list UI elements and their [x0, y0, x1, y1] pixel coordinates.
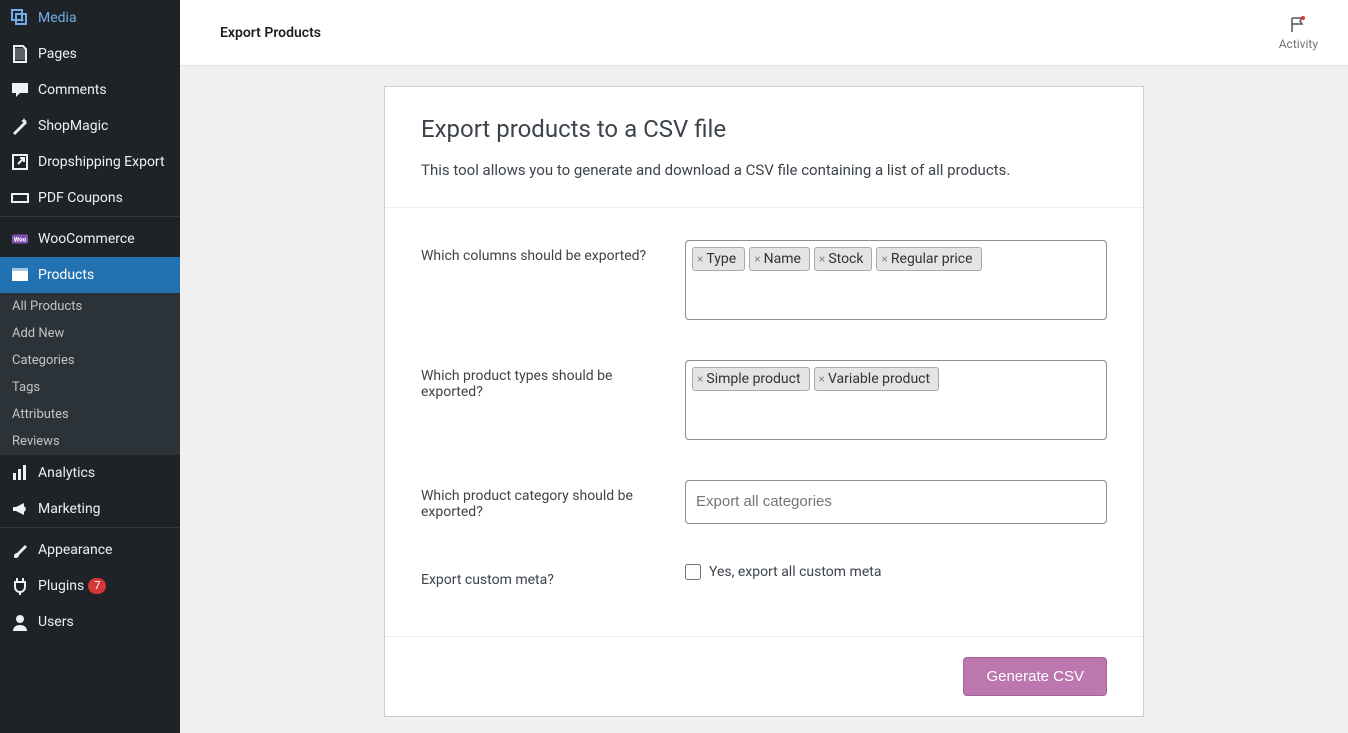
main-area: Export Products Activity Export products…	[180, 0, 1348, 733]
menu-media[interactable]: Media	[0, 0, 180, 36]
menu-label: Dropshipping Export	[38, 154, 165, 170]
card-description: This tool allows you to generate and dow…	[421, 161, 1107, 179]
card-header: Export products to a CSV file This tool …	[385, 87, 1143, 208]
generate-csv-button[interactable]: Generate CSV	[963, 657, 1107, 696]
products-submenu: All Products Add New Categories Tags Att…	[0, 293, 180, 455]
megaphone-icon	[10, 499, 30, 519]
menu-label: Plugins	[38, 578, 84, 594]
card-body: Which columns should be exported? ×Type …	[385, 208, 1143, 636]
admin-sidebar: Media Pages Comments ShopMagic Dropshipp…	[0, 0, 180, 733]
submenu-add-new[interactable]: Add New	[0, 320, 180, 347]
tag-simple-product[interactable]: ×Simple product	[692, 367, 810, 391]
menu-label: Comments	[38, 82, 107, 98]
menu-label: Users	[38, 614, 74, 630]
activity-icon	[1288, 15, 1308, 35]
brush-icon	[10, 540, 30, 560]
menu-analytics[interactable]: Analytics	[0, 455, 180, 491]
submenu-tags[interactable]: Tags	[0, 374, 180, 401]
activity-button[interactable]: Activity	[1269, 15, 1328, 51]
menu-label: PDF Coupons	[38, 190, 123, 206]
activity-label: Activity	[1279, 37, 1318, 51]
columns-select[interactable]: ×Type ×Name ×Stock ×Regular price	[685, 240, 1107, 320]
wand-icon	[10, 116, 30, 136]
remove-icon[interactable]: ×	[697, 372, 703, 386]
ticket-icon	[10, 188, 30, 208]
content-area: Export products to a CSV file This tool …	[180, 66, 1348, 733]
tag-name[interactable]: ×Name	[749, 247, 810, 271]
submenu-categories[interactable]: Categories	[0, 347, 180, 374]
menu-plugins[interactable]: Plugins 7	[0, 568, 180, 604]
meta-checkbox[interactable]	[685, 564, 701, 580]
menu-label: Pages	[38, 46, 77, 62]
tag-variable-product[interactable]: ×Variable product	[814, 367, 940, 391]
category-label: Which product category should be exporte…	[421, 480, 661, 520]
export-card: Export products to a CSV file This tool …	[384, 86, 1144, 717]
comment-icon	[10, 80, 30, 100]
products-icon	[10, 265, 30, 285]
tag-stock[interactable]: ×Stock	[814, 247, 873, 271]
stats-icon	[10, 463, 30, 483]
woo-icon: Woo	[10, 229, 30, 249]
menu-label: Marketing	[38, 501, 101, 517]
remove-icon[interactable]: ×	[697, 252, 703, 266]
card-footer: Generate CSV	[385, 636, 1143, 716]
meta-checkbox-text: Yes, export all custom meta	[709, 564, 881, 580]
menu-label: Appearance	[38, 542, 112, 558]
menu-marketing[interactable]: Marketing	[0, 491, 180, 527]
plug-icon	[10, 576, 30, 596]
meta-label: Export custom meta?	[421, 564, 661, 588]
category-row: Which product category should be exporte…	[421, 458, 1107, 542]
category-input[interactable]	[692, 487, 1100, 516]
card-title: Export products to a CSV file	[421, 115, 1107, 143]
category-select[interactable]	[685, 480, 1107, 524]
page-title: Export Products	[220, 25, 321, 41]
menu-label: Media	[38, 10, 77, 26]
menu-users[interactable]: Users	[0, 604, 180, 640]
menu-comments[interactable]: Comments	[0, 72, 180, 108]
types-select[interactable]: ×Simple product ×Variable product	[685, 360, 1107, 440]
submenu-all-products[interactable]: All Products	[0, 293, 180, 320]
plugins-badge: 7	[88, 578, 106, 594]
menu-dropshipping[interactable]: Dropshipping Export	[0, 144, 180, 180]
remove-icon[interactable]: ×	[819, 252, 825, 266]
menu-label: Analytics	[38, 465, 95, 481]
tag-type[interactable]: ×Type	[692, 247, 745, 271]
types-label: Which product types should be exported?	[421, 360, 661, 400]
menu-shopmagic[interactable]: ShopMagic	[0, 108, 180, 144]
external-icon	[10, 152, 30, 172]
remove-icon[interactable]: ×	[881, 252, 887, 266]
remove-icon[interactable]: ×	[819, 372, 825, 386]
menu-products[interactable]: Products	[0, 257, 180, 293]
types-row: Which product types should be exported? …	[421, 338, 1107, 458]
media-icon	[10, 8, 30, 28]
columns-row: Which columns should be exported? ×Type …	[421, 218, 1107, 338]
menu-woocommerce[interactable]: Woo WooCommerce	[0, 221, 180, 257]
topbar: Export Products Activity	[180, 0, 1348, 66]
menu-pdf-coupons[interactable]: PDF Coupons	[0, 180, 180, 216]
tag-regular-price[interactable]: ×Regular price	[876, 247, 981, 271]
submenu-reviews[interactable]: Reviews	[0, 428, 180, 455]
submenu-attributes[interactable]: Attributes	[0, 401, 180, 428]
menu-appearance[interactable]: Appearance	[0, 532, 180, 568]
columns-label: Which columns should be exported?	[421, 240, 661, 264]
svg-text:Woo: Woo	[14, 236, 27, 244]
meta-checkbox-label[interactable]: Yes, export all custom meta	[685, 564, 1107, 580]
menu-pages[interactable]: Pages	[0, 36, 180, 72]
meta-row: Export custom meta? Yes, export all cust…	[421, 542, 1107, 606]
remove-icon[interactable]: ×	[754, 252, 760, 266]
menu-label: Products	[38, 267, 94, 283]
page-icon	[10, 44, 30, 64]
menu-label: ShopMagic	[38, 118, 108, 134]
menu-label: WooCommerce	[38, 231, 135, 247]
user-icon	[10, 612, 30, 632]
